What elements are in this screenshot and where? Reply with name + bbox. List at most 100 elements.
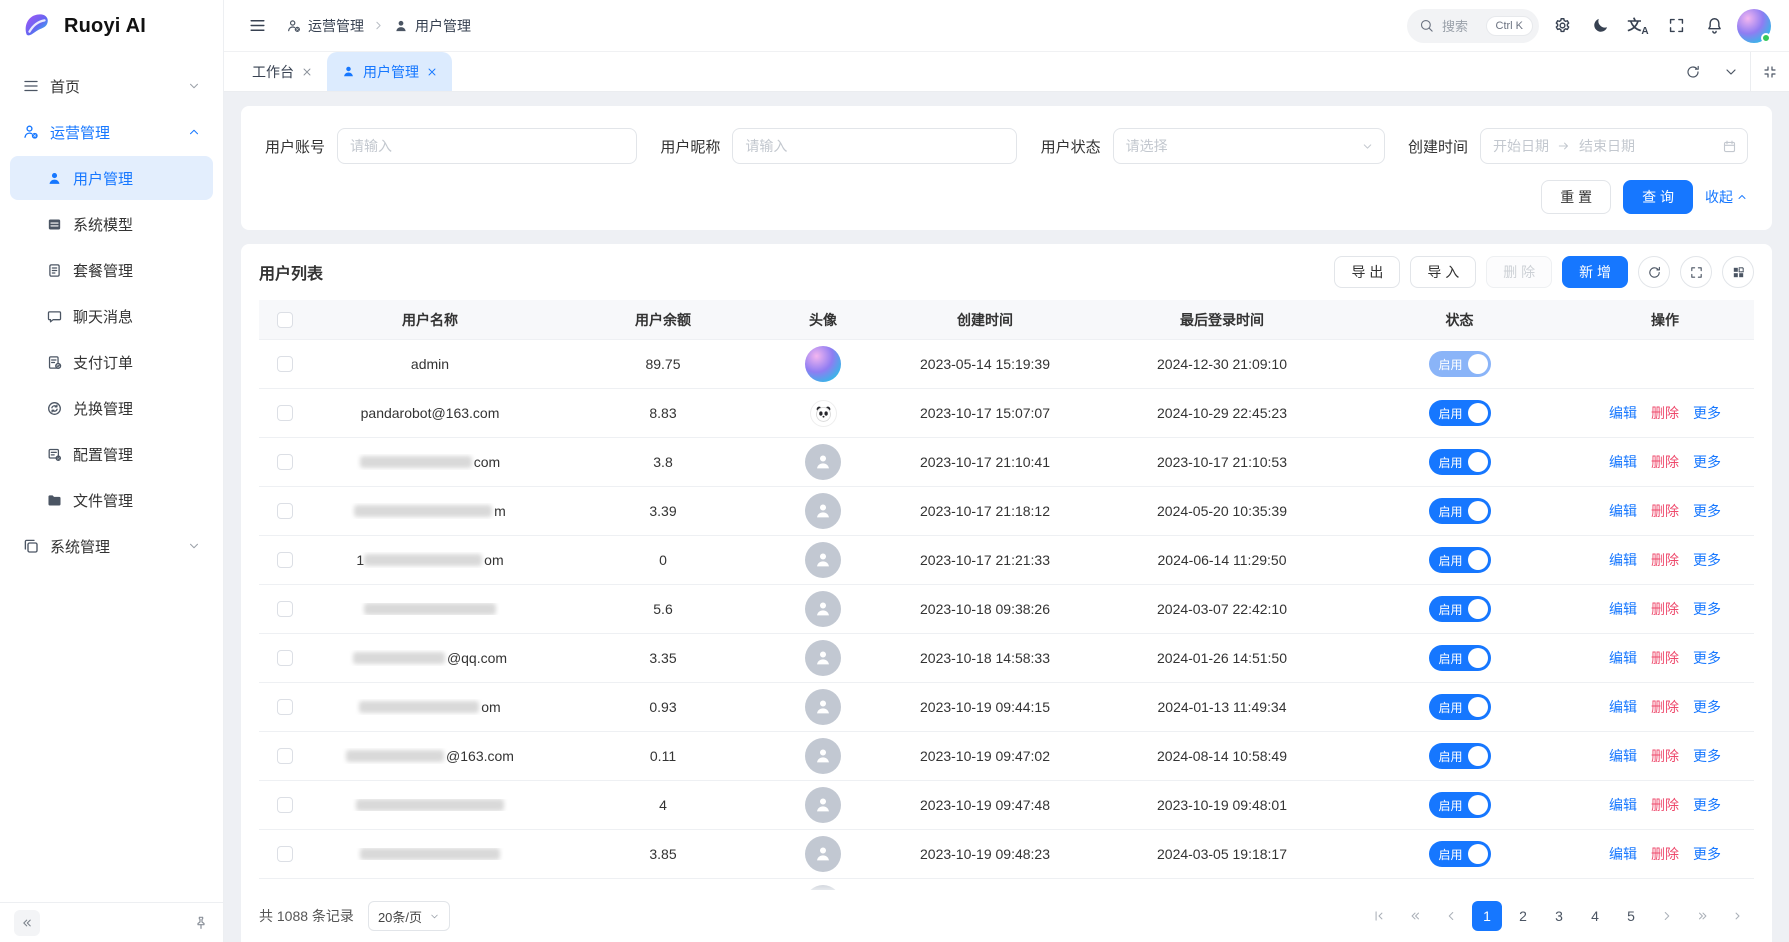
edit-link[interactable]: 编辑 bbox=[1609, 697, 1637, 717]
search-button[interactable]: 查 询 bbox=[1623, 180, 1693, 214]
reset-button[interactable]: 重 置 bbox=[1541, 180, 1611, 214]
sidebar-subitem-用户管理[interactable]: 用户管理 bbox=[10, 156, 213, 200]
tab-actions-dropdown[interactable] bbox=[1712, 52, 1750, 91]
delete-link[interactable]: 删除 bbox=[1651, 795, 1679, 815]
delete-link[interactable]: 删除 bbox=[1651, 452, 1679, 472]
breadcrumb-item-users[interactable]: 用户管理 bbox=[393, 16, 471, 36]
row-checkbox[interactable] bbox=[277, 699, 293, 715]
content-fullscreen-button[interactable] bbox=[1751, 52, 1789, 91]
import-button[interactable]: 导 入 bbox=[1410, 256, 1476, 288]
dark-mode-button[interactable] bbox=[1585, 11, 1615, 41]
column-settings-button[interactable] bbox=[1722, 256, 1754, 288]
more-link[interactable]: 更多 bbox=[1693, 550, 1721, 570]
sidebar-subitem-套餐管理[interactable]: 套餐管理 bbox=[10, 248, 213, 292]
more-link[interactable]: 更多 bbox=[1693, 599, 1721, 619]
status-toggle[interactable]: 启用 bbox=[1429, 449, 1491, 475]
sidebar-subitem-聊天消息[interactable]: 聊天消息 bbox=[10, 294, 213, 338]
more-link[interactable]: 更多 bbox=[1693, 403, 1721, 423]
sidebar-subitem-文件管理[interactable]: 文件管理 bbox=[10, 478, 213, 522]
prev-page-button[interactable] bbox=[1436, 901, 1466, 931]
more-link[interactable]: 更多 bbox=[1693, 844, 1721, 864]
page-button-3[interactable]: 3 bbox=[1544, 901, 1574, 931]
language-button[interactable]: 文A bbox=[1623, 11, 1653, 41]
edit-link[interactable]: 编辑 bbox=[1609, 795, 1637, 815]
sidebar-item-系统管理[interactable]: 系统管理 bbox=[10, 524, 213, 568]
collapse-filter-link[interactable]: 收起 bbox=[1705, 187, 1748, 207]
more-link[interactable]: 更多 bbox=[1693, 795, 1721, 815]
row-checkbox[interactable] bbox=[277, 454, 293, 470]
row-checkbox[interactable] bbox=[277, 405, 293, 421]
edit-link[interactable]: 编辑 bbox=[1609, 550, 1637, 570]
delete-link[interactable]: 删除 bbox=[1651, 403, 1679, 423]
tab-工作台[interactable]: 工作台 bbox=[238, 52, 327, 91]
sidebar-item-运营管理[interactable]: 运营管理 bbox=[10, 110, 213, 154]
add-button[interactable]: 新 增 bbox=[1562, 256, 1628, 288]
brand[interactable]: Ruoyi AI bbox=[0, 0, 223, 52]
edit-link[interactable]: 编辑 bbox=[1609, 403, 1637, 423]
status-toggle[interactable]: 启用 bbox=[1429, 645, 1491, 671]
delete-link[interactable]: 删除 bbox=[1651, 599, 1679, 619]
edit-link[interactable]: 编辑 bbox=[1609, 844, 1637, 864]
page-button-2[interactable]: 2 bbox=[1508, 901, 1538, 931]
user-avatar[interactable] bbox=[1737, 9, 1771, 43]
status-toggle[interactable]: 启用 bbox=[1429, 694, 1491, 720]
more-link[interactable]: 更多 bbox=[1693, 697, 1721, 717]
settings-button[interactable] bbox=[1547, 11, 1577, 41]
sidebar-subitem-支付订单[interactable]: 支付订单 bbox=[10, 340, 213, 384]
page-button-5[interactable]: 5 bbox=[1616, 901, 1646, 931]
row-checkbox[interactable] bbox=[277, 650, 293, 666]
fullscreen-button[interactable] bbox=[1661, 11, 1691, 41]
edit-link[interactable]: 编辑 bbox=[1609, 501, 1637, 521]
account-input[interactable] bbox=[337, 128, 637, 164]
sidebar-subitem-配置管理[interactable]: 配置管理 bbox=[10, 432, 213, 476]
more-link[interactable]: 更多 bbox=[1693, 452, 1721, 472]
menu-toggle-button[interactable] bbox=[242, 11, 272, 41]
date-range-picker[interactable]: 开始日期 结束日期 bbox=[1480, 128, 1748, 164]
export-button[interactable]: 导 出 bbox=[1334, 256, 1400, 288]
table-fullscreen-button[interactable] bbox=[1680, 256, 1712, 288]
notifications-button[interactable] bbox=[1699, 11, 1729, 41]
row-checkbox[interactable] bbox=[277, 797, 293, 813]
select-all-checkbox[interactable] bbox=[277, 312, 293, 328]
breadcrumb-item-operations[interactable]: 运营管理 bbox=[286, 16, 364, 36]
page-button-1[interactable]: 1 bbox=[1472, 901, 1502, 931]
global-search[interactable]: 搜索 Ctrl K bbox=[1407, 9, 1539, 43]
edit-link[interactable]: 编辑 bbox=[1609, 648, 1637, 668]
status-toggle[interactable]: 启用 bbox=[1429, 400, 1491, 426]
page-button-4[interactable]: 4 bbox=[1580, 901, 1610, 931]
status-toggle[interactable]: 启用 bbox=[1429, 547, 1491, 573]
sidebar-collapse-button[interactable] bbox=[14, 910, 40, 936]
edit-link[interactable]: 编辑 bbox=[1609, 452, 1637, 472]
pin-icon[interactable] bbox=[193, 915, 209, 931]
delete-link[interactable]: 删除 bbox=[1651, 746, 1679, 766]
status-toggle[interactable]: 启用 bbox=[1429, 498, 1491, 524]
delete-link[interactable]: 删除 bbox=[1651, 697, 1679, 717]
more-link[interactable]: 更多 bbox=[1693, 648, 1721, 668]
edit-link[interactable]: 编辑 bbox=[1609, 746, 1637, 766]
next-page-button[interactable] bbox=[1652, 901, 1682, 931]
delete-link[interactable]: 删除 bbox=[1651, 550, 1679, 570]
status-toggle[interactable]: 启用 bbox=[1429, 841, 1491, 867]
row-checkbox[interactable] bbox=[277, 601, 293, 617]
status-select[interactable]: 请选择 bbox=[1113, 128, 1385, 164]
more-link[interactable]: 更多 bbox=[1693, 746, 1721, 766]
refresh-table-button[interactable] bbox=[1638, 256, 1670, 288]
delete-link[interactable]: 删除 bbox=[1651, 648, 1679, 668]
last-page-button[interactable] bbox=[1724, 901, 1754, 931]
delete-link[interactable]: 删除 bbox=[1651, 501, 1679, 521]
delete-button[interactable]: 删 除 bbox=[1486, 256, 1552, 288]
row-checkbox[interactable] bbox=[277, 552, 293, 568]
status-toggle[interactable]: 启用 bbox=[1429, 743, 1491, 769]
next-5-pages-button[interactable] bbox=[1688, 901, 1718, 931]
delete-link[interactable]: 删除 bbox=[1651, 844, 1679, 864]
refresh-page-button[interactable] bbox=[1674, 52, 1712, 91]
status-toggle[interactable]: 启用 bbox=[1429, 792, 1491, 818]
status-toggle[interactable]: 启用 bbox=[1429, 596, 1491, 622]
row-checkbox[interactable] bbox=[277, 846, 293, 862]
sidebar-subitem-兑换管理[interactable]: 兑换管理 bbox=[10, 386, 213, 430]
row-checkbox[interactable] bbox=[277, 503, 293, 519]
row-checkbox[interactable] bbox=[277, 356, 293, 372]
row-checkbox[interactable] bbox=[277, 748, 293, 764]
sidebar-subitem-系统模型[interactable]: 系统模型 bbox=[10, 202, 213, 246]
first-page-button[interactable] bbox=[1364, 901, 1394, 931]
